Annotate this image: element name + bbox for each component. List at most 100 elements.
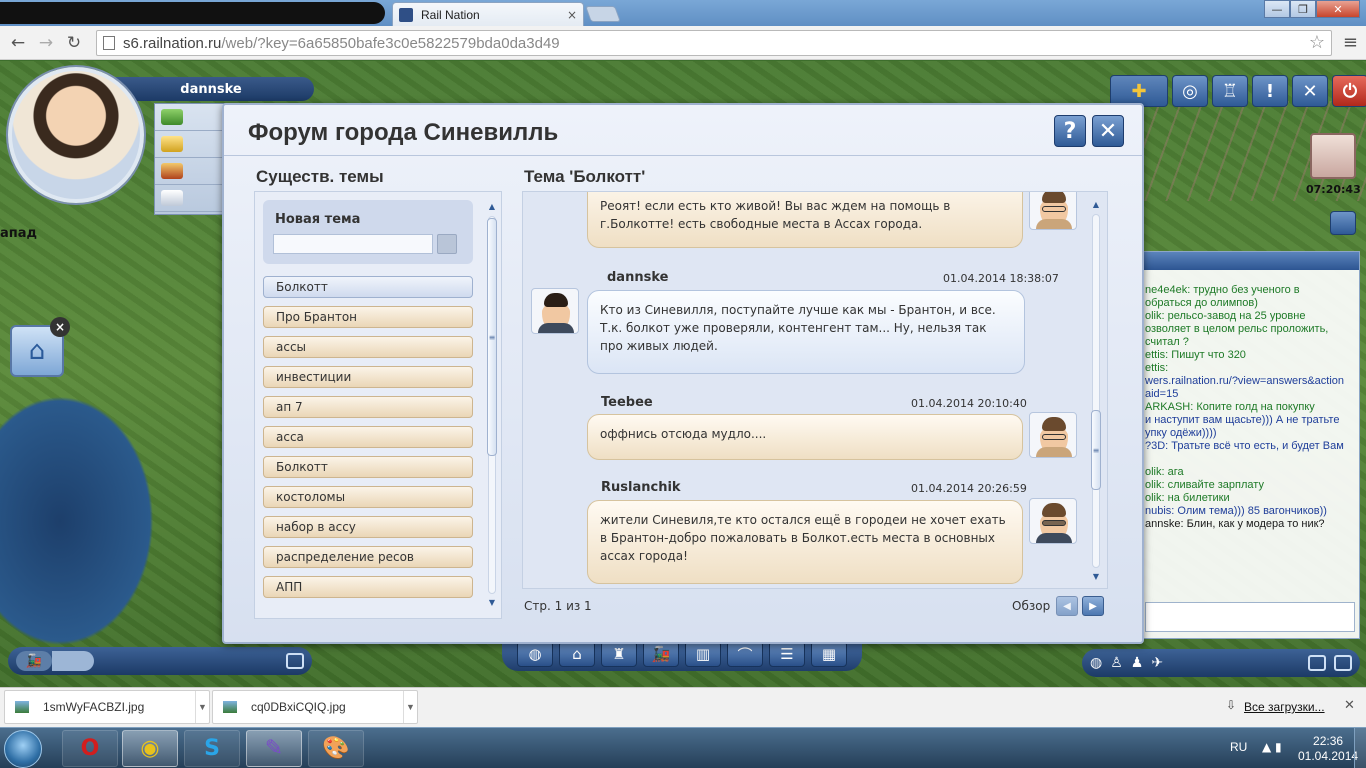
money-icon xyxy=(161,109,183,125)
player-avatar[interactable] xyxy=(8,67,144,203)
back-button[interactable]: ← xyxy=(6,31,30,55)
post-text: Кто из Синевилля, поступайте лучше как м… xyxy=(587,290,1025,374)
scroll-down-icon[interactable]: ▼ xyxy=(1091,572,1101,582)
support-button[interactable]: ◎ xyxy=(1172,75,1208,107)
chat-line: nubis: Олим тема))) 85 вагончиков)) xyxy=(1145,505,1327,517)
forward-button[interactable]: → xyxy=(34,31,58,55)
show-desktop-button[interactable] xyxy=(1354,728,1366,768)
prestige-icon xyxy=(161,163,183,179)
chat-line: wers.railnation.ru/?view=answers&action xyxy=(1145,375,1345,387)
chevron-down-icon[interactable]: ▼ xyxy=(195,691,209,723)
new-tab-button[interactable] xyxy=(585,6,621,22)
buildings-button[interactable]: ▥ xyxy=(685,641,721,667)
system-clock[interactable]: 22:36 01.04.2014 xyxy=(1298,734,1358,764)
tray-icons[interactable]: ▲ ▮ xyxy=(1262,740,1282,754)
station-button[interactable]: ⌂ xyxy=(559,641,595,667)
grid-button[interactable]: ▦ xyxy=(811,641,847,667)
chat-line xyxy=(1145,453,1355,466)
topic-item[interactable]: ассы xyxy=(263,336,473,358)
close-dialog-button[interactable]: ✕ xyxy=(1092,115,1124,147)
trophy-button[interactable]: ♖ xyxy=(1212,75,1248,107)
topic-item[interactable]: инвестиции xyxy=(263,366,473,388)
train-bar-minimize-button[interactable] xyxy=(286,653,304,669)
post-text: жители Синевиля,те кто остался ещё в гор… xyxy=(587,500,1023,584)
trains-button[interactable]: 🚂 xyxy=(643,641,679,667)
rankings-button[interactable]: ☰ xyxy=(769,641,805,667)
chat-line: ?3D: Тратьте всё что есть, и будет Вам xyxy=(1145,440,1344,452)
association-icon[interactable]: ✈ xyxy=(1151,655,1163,671)
paint-icon[interactable]: 🎨 xyxy=(308,730,364,767)
close-window-button[interactable]: ✕ xyxy=(1316,0,1360,18)
next-page-button[interactable]: ▶ xyxy=(1082,596,1104,616)
social-restore-button[interactable] xyxy=(1334,655,1352,671)
scroll-down-icon[interactable]: ▼ xyxy=(487,598,497,608)
scroll-up-icon[interactable]: ▲ xyxy=(1091,200,1101,210)
social-minimize-button[interactable] xyxy=(1308,655,1326,671)
tab-close-icon[interactable]: × xyxy=(567,8,577,22)
restore-button[interactable]: ❐ xyxy=(1290,0,1316,18)
chat-messages: ne4e4ek: трудно без ученого в обраться до… xyxy=(1141,270,1359,531)
engine-button[interactable]: ♜ xyxy=(601,641,637,667)
topic-item[interactable]: Болкотт xyxy=(263,276,473,298)
home-icon: ⌂ xyxy=(28,336,46,366)
bookmark-star-icon[interactable]: ☆ xyxy=(1309,32,1325,53)
scroll-thumb[interactable]: ≡ xyxy=(1091,410,1101,490)
post-avatar xyxy=(1029,412,1077,458)
chat-line: olik: ага xyxy=(1145,466,1184,478)
close-shelf-icon[interactable]: ✕ xyxy=(1344,698,1355,713)
chrome-icon[interactable]: ◉ xyxy=(122,730,178,767)
chat-minimize-button[interactable] xyxy=(1330,211,1356,235)
minimize-button[interactable]: — xyxy=(1264,0,1290,18)
map-region-label: апад xyxy=(0,226,38,241)
new-topic-input[interactable] xyxy=(273,234,433,254)
event-icon[interactable] xyxy=(1310,133,1356,179)
post-avatar xyxy=(531,288,579,334)
chat-line: annske: Блин, как у модера то ник? xyxy=(1145,518,1325,530)
reload-button[interactable]: ↻ xyxy=(62,31,86,55)
editor-icon[interactable]: ✎ xyxy=(246,730,302,767)
alerts-button[interactable]: ! xyxy=(1252,75,1288,107)
language-indicator[interactable]: RU xyxy=(1230,740,1247,754)
home-close-icon[interactable]: × xyxy=(50,317,70,337)
topic-item[interactable]: Про Брантон xyxy=(263,306,473,328)
all-downloads-link[interactable]: Все загрузки... xyxy=(1244,700,1325,714)
tracks-button[interactable]: ⌒ xyxy=(727,641,763,667)
game-clock: 07:20:43 xyxy=(1306,183,1361,196)
new-topic-submit-button[interactable] xyxy=(437,234,457,254)
topic-item[interactable]: АПП xyxy=(263,576,473,598)
thread-scrollbar[interactable]: ▲ ≡ ▼ xyxy=(1089,198,1103,584)
topic-item[interactable]: распределение ресов xyxy=(263,546,473,568)
download-item[interactable]: 1smWyFACBZI.jpg ▼ xyxy=(4,690,210,724)
group-icon[interactable]: ♟ xyxy=(1131,655,1144,671)
url-path: /web/?key=6a65850bafe3c0e5822579bda0da3d… xyxy=(221,34,560,52)
tab-rail-nation[interactable]: Rail Nation × xyxy=(392,2,584,26)
topic-item[interactable]: набор в ассу xyxy=(263,516,473,538)
chat-input[interactable] xyxy=(1145,602,1355,632)
topic-item[interactable]: костоломы xyxy=(263,486,473,508)
topic-item[interactable]: ап 7 xyxy=(263,396,473,418)
map-button[interactable]: ◍ xyxy=(517,641,553,667)
settings-button[interactable]: ✕ xyxy=(1292,75,1328,107)
rank-row xyxy=(155,185,231,212)
taskbar: O ◉ S ✎ 🎨 RU ▲ ▮ 22:36 01.04.2014 xyxy=(0,727,1366,768)
image-file-icon xyxy=(223,701,237,713)
train-icon[interactable]: 🚂 xyxy=(16,651,52,671)
scroll-up-icon[interactable]: ▲ xyxy=(487,202,497,212)
prev-page-button[interactable]: ◀ xyxy=(1056,596,1078,616)
logout-button[interactable]: ⏻ xyxy=(1332,75,1366,107)
globe-icon[interactable]: ◍ xyxy=(1090,655,1102,671)
start-button[interactable] xyxy=(4,730,42,768)
scroll-thumb[interactable]: ≡ xyxy=(487,218,497,456)
topics-scrollbar[interactable]: ▲ ≡ ▼ xyxy=(485,200,499,610)
download-item[interactable]: cq0DBxiCQIQ.jpg ▼ xyxy=(212,690,418,724)
browser-menu-icon[interactable]: ≡ xyxy=(1343,32,1358,53)
topic-item[interactable]: асса xyxy=(263,426,473,448)
chevron-down-icon[interactable]: ▼ xyxy=(403,691,417,723)
opera-icon[interactable]: O xyxy=(62,730,118,767)
topic-item[interactable]: Болкотт xyxy=(263,456,473,478)
person-icon[interactable]: ♙ xyxy=(1110,655,1123,671)
help-button[interactable]: ? xyxy=(1054,115,1086,147)
chat-line: ne4e4ek: трудно без ученого в xyxy=(1145,284,1300,296)
address-bar[interactable]: s6.railnation.ru/web/?key=6a65850bafe3c0… xyxy=(96,30,1332,56)
skype-icon[interactable]: S xyxy=(184,730,240,767)
